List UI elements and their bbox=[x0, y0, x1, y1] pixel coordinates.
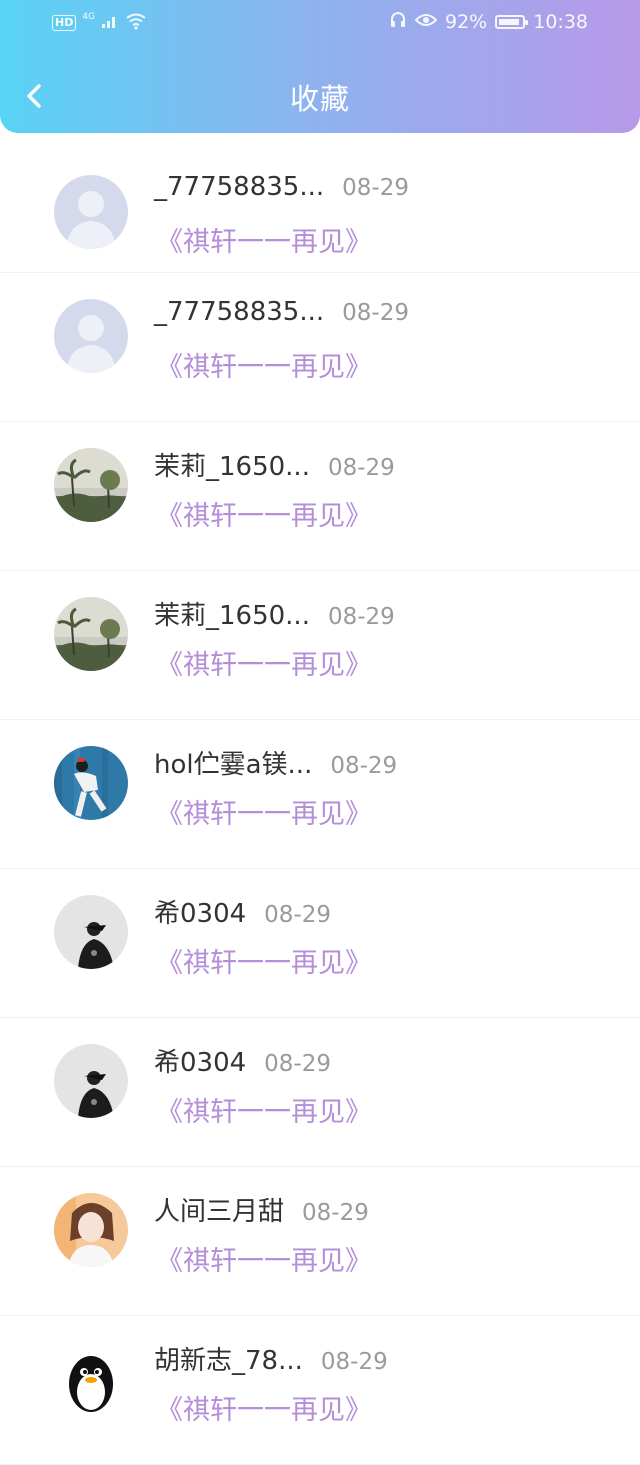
song-title[interactable]: 《祺轩一一再见》 bbox=[156, 792, 372, 831]
user-name[interactable]: 希0304 bbox=[154, 893, 246, 930]
favorite-item[interactable]: hol伫霎a镁... 08-29 《祺轩一一再见》 bbox=[0, 720, 640, 869]
name-line: 希0304 08-29 bbox=[154, 893, 331, 930]
headphones-icon bbox=[389, 10, 407, 33]
user-avatar[interactable] bbox=[54, 299, 128, 373]
name-line: 希0304 08-29 bbox=[154, 1042, 331, 1079]
song-title[interactable]: 《祺轩一一再见》 bbox=[156, 220, 372, 259]
user-avatar[interactable] bbox=[54, 1342, 128, 1416]
user-name[interactable]: _77758835... bbox=[154, 172, 324, 202]
favorite-date: 08-29 bbox=[264, 1051, 332, 1077]
favorite-date: 08-29 bbox=[320, 1349, 388, 1375]
favorite-item[interactable]: 茉莉_1650... 08-29 《祺轩一一再见》 bbox=[0, 571, 640, 720]
signal-icon bbox=[101, 13, 119, 33]
user-name[interactable]: 茉莉_1650... bbox=[154, 595, 310, 632]
song-title[interactable]: 《祺轩一一再见》 bbox=[156, 494, 372, 533]
user-avatar[interactable] bbox=[54, 175, 128, 249]
user-name[interactable]: 胡新志_78... bbox=[154, 1340, 303, 1377]
favorite-item[interactable]: 茉莉_1650... 08-29 《祺轩一一再见》 bbox=[0, 422, 640, 571]
battery-icon bbox=[495, 14, 529, 29]
user-name[interactable]: 茉莉_1650... bbox=[154, 446, 310, 483]
network-label: 4G bbox=[82, 12, 96, 22]
song-title[interactable]: 《祺轩一一再见》 bbox=[156, 1388, 372, 1427]
user-avatar[interactable] bbox=[54, 597, 128, 671]
page-title: 收藏 bbox=[289, 82, 350, 116]
status-bar: HD 4G 92% 10:38 bbox=[0, 0, 640, 48]
clock: 10:38 bbox=[533, 10, 588, 33]
song-title[interactable]: 《祺轩一一再见》 bbox=[156, 1090, 372, 1129]
favorites-list: _77758835... 08-29 《祺轩一一再见》 _77758835... 08… bbox=[0, 148, 640, 1465]
song-title[interactable]: 《祺轩一一再见》 bbox=[156, 643, 372, 682]
status-right: 92% 10:38 bbox=[389, 10, 588, 33]
app-header: HD 4G 92% 10:38 收藏 bbox=[0, 0, 640, 133]
user-avatar[interactable] bbox=[54, 895, 128, 969]
favorite-item[interactable]: _77758835... 08-29 《祺轩一一再见》 bbox=[0, 148, 640, 273]
name-line: _77758835... 08-29 bbox=[154, 297, 409, 327]
favorite-item[interactable]: _77758835... 08-29 《祺轩一一再见》 bbox=[0, 273, 640, 422]
song-title[interactable]: 《祺轩一一再见》 bbox=[156, 941, 372, 980]
favorite-item[interactable]: 希0304 08-29 《祺轩一一再见》 bbox=[0, 869, 640, 1018]
name-line: 茉莉_1650... 08-29 bbox=[154, 446, 395, 483]
favorite-date: 08-29 bbox=[342, 300, 409, 326]
song-title[interactable]: 《祺轩一一再见》 bbox=[156, 1239, 372, 1278]
user-avatar[interactable] bbox=[54, 1044, 128, 1118]
favorite-date: 08-29 bbox=[330, 753, 398, 779]
hd-badge: HD bbox=[52, 15, 77, 31]
name-line: 茉莉_1650... 08-29 bbox=[154, 595, 395, 632]
favorite-date: 08-29 bbox=[327, 455, 395, 481]
favorite-date: 08-29 bbox=[302, 1200, 369, 1226]
user-name[interactable]: 人间三月甜 bbox=[154, 1191, 284, 1228]
user-avatar[interactable] bbox=[54, 1193, 128, 1267]
favorite-item[interactable]: 希0304 08-29 《祺轩一一再见》 bbox=[0, 1018, 640, 1167]
name-line: 人间三月甜 08-29 bbox=[154, 1191, 369, 1228]
name-line: _77758835... 08-29 bbox=[154, 172, 409, 202]
wifi-icon bbox=[125, 12, 147, 34]
status-left: HD 4G bbox=[52, 12, 147, 34]
user-name[interactable]: 希0304 bbox=[154, 1042, 246, 1079]
favorite-date: 08-29 bbox=[342, 175, 409, 201]
battery-percent: 92% bbox=[445, 10, 488, 33]
favorite-date: 08-29 bbox=[264, 902, 332, 928]
name-line: hol伫霎a镁... 08-29 bbox=[154, 744, 397, 781]
favorite-date: 08-29 bbox=[327, 604, 395, 630]
user-name[interactable]: hol伫霎a镁... bbox=[154, 744, 312, 781]
favorite-item[interactable]: 胡新志_78... 08-29 《祺轩一一再见》 bbox=[0, 1316, 640, 1465]
user-avatar[interactable] bbox=[54, 448, 128, 522]
eye-comfort-icon bbox=[414, 11, 438, 33]
user-name[interactable]: _77758835... bbox=[154, 297, 324, 327]
song-title[interactable]: 《祺轩一一再见》 bbox=[156, 345, 372, 384]
favorite-item[interactable]: 人间三月甜 08-29 《祺轩一一再见》 bbox=[0, 1167, 640, 1316]
name-line: 胡新志_78... 08-29 bbox=[154, 1340, 388, 1377]
user-avatar[interactable] bbox=[54, 746, 128, 820]
